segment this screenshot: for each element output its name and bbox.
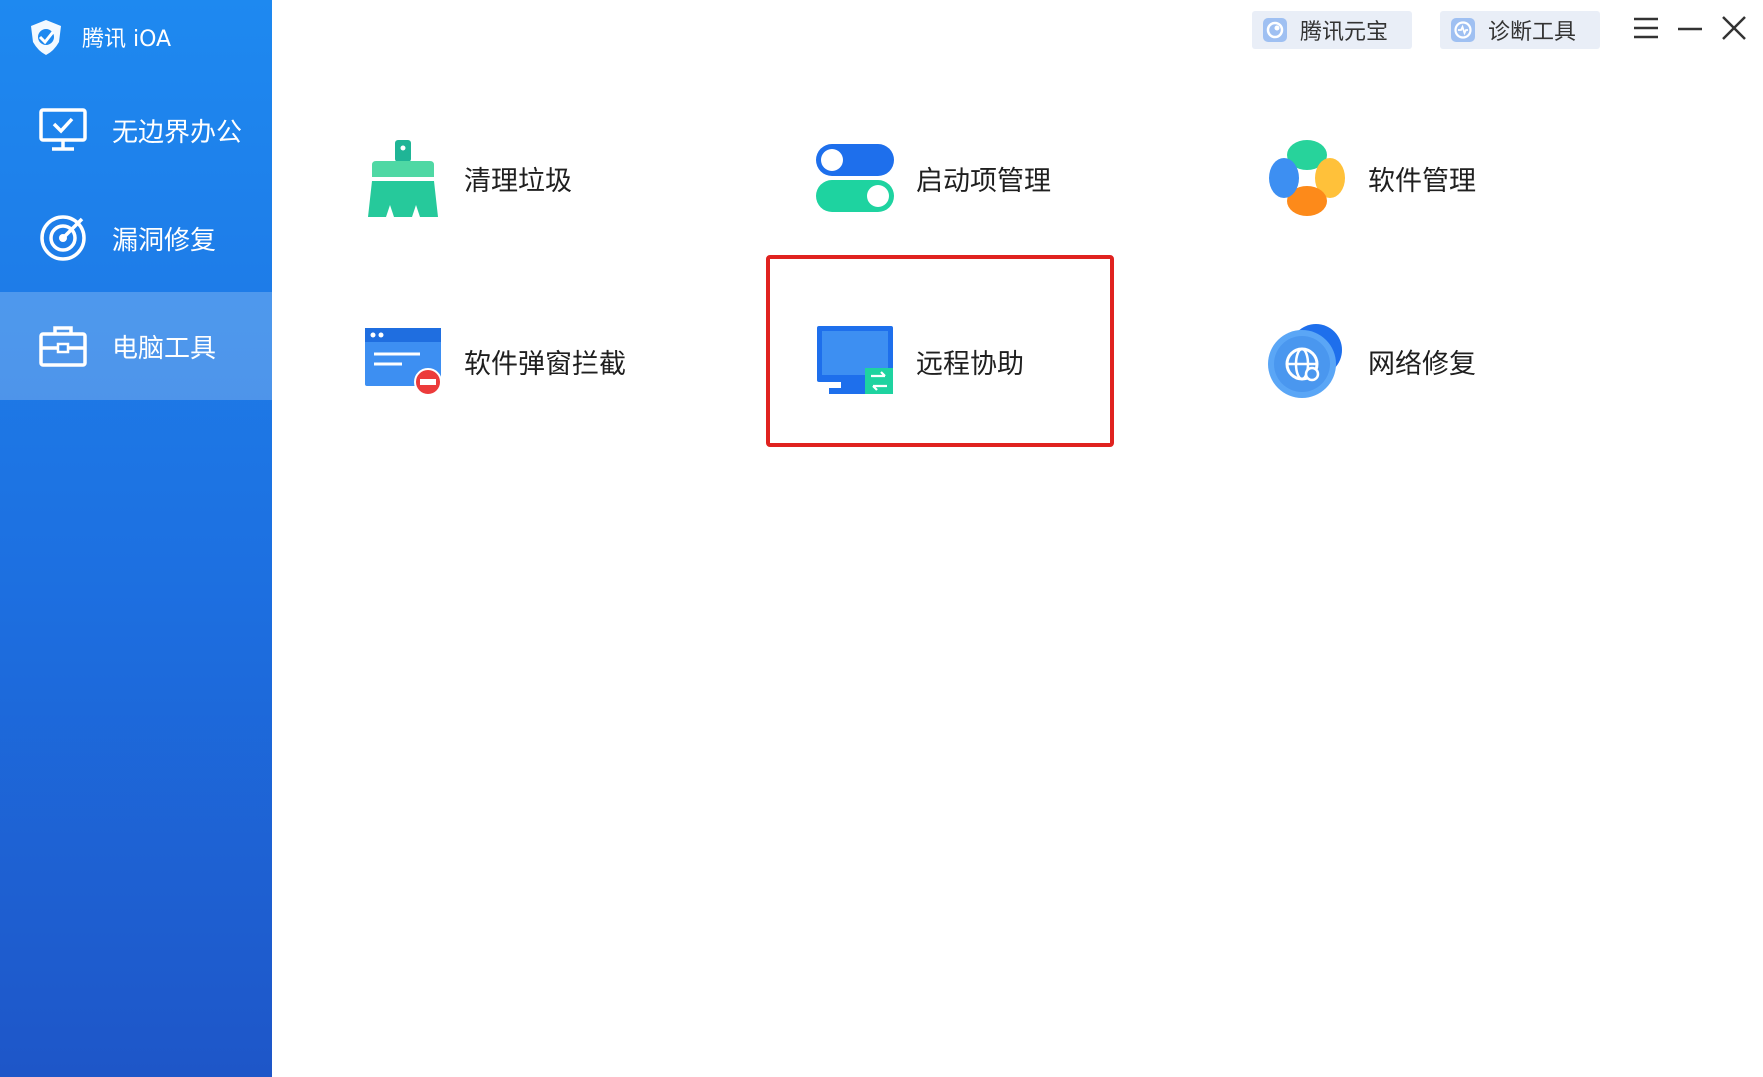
tool-label: 软件弹窗拦截 (464, 348, 626, 380)
tool-label: 网络修复 (1368, 348, 1476, 380)
sidebar: 腾讯 iOA 无边界办公 漏洞修复 电脑工具 (0, 0, 272, 1077)
tool-label: 清理垃圾 (464, 165, 572, 197)
sidebar-item-vulnerability-fix[interactable]: 漏洞修复 (0, 184, 272, 292)
clover-apps-icon (1266, 137, 1348, 219)
broom-icon (362, 137, 444, 219)
tool-clean-junk[interactable]: 清理垃圾 (362, 133, 572, 223)
tool-software-manager[interactable]: 软件管理 (1266, 133, 1476, 223)
tool-remote-assistance[interactable]: 远程协助 (814, 316, 1024, 406)
diagnose-label: 诊断工具 (1488, 20, 1577, 45)
brand: 腾讯 iOA (26, 16, 171, 58)
brand-name: 腾讯 iOA (82, 27, 172, 52)
toggle-switch-icon (814, 137, 896, 219)
yuanbao-label: 腾讯元宝 (1300, 20, 1389, 45)
tool-network-repair[interactable]: 网络修复 (1266, 316, 1476, 406)
monitor-check-icon (36, 103, 90, 157)
yuanbao-icon (1263, 18, 1287, 42)
toolbox-icon (36, 319, 90, 373)
ioa-shield-logo-icon (31, 20, 61, 55)
app-window: 腾讯 iOA 无边界办公 漏洞修复 电脑工具 腾讯元宝 诊断工具 清理垃圾 启动… (0, 0, 1763, 1077)
target-icon (36, 211, 90, 265)
close-icon[interactable] (1716, 10, 1752, 46)
sidebar-item-label: 电脑工具 (112, 333, 217, 364)
tool-label: 启动项管理 (916, 165, 1051, 197)
sidebar-item-pc-tools[interactable]: 电脑工具 (0, 292, 272, 400)
sidebar-item-label: 漏洞修复 (112, 225, 217, 256)
yuanbao-button[interactable]: 腾讯元宝 (1252, 11, 1412, 49)
popup-block-icon (362, 320, 444, 402)
tool-label: 软件管理 (1368, 165, 1476, 197)
diagnose-tool-button[interactable]: 诊断工具 (1440, 11, 1600, 49)
tool-popup-blocker[interactable]: 软件弹窗拦截 (362, 316, 626, 406)
menu-icon[interactable] (1628, 10, 1664, 46)
remote-desktop-icon (814, 320, 896, 402)
diagnose-icon (1451, 18, 1475, 42)
tool-startup-manager[interactable]: 启动项管理 (814, 133, 1051, 223)
tool-label: 远程协助 (916, 348, 1024, 380)
sidebar-item-label: 无边界办公 (112, 117, 243, 148)
network-globe-icon (1266, 320, 1348, 402)
minimize-icon[interactable] (1672, 10, 1708, 46)
sidebar-item-borderless-office[interactable]: 无边界办公 (0, 76, 272, 184)
